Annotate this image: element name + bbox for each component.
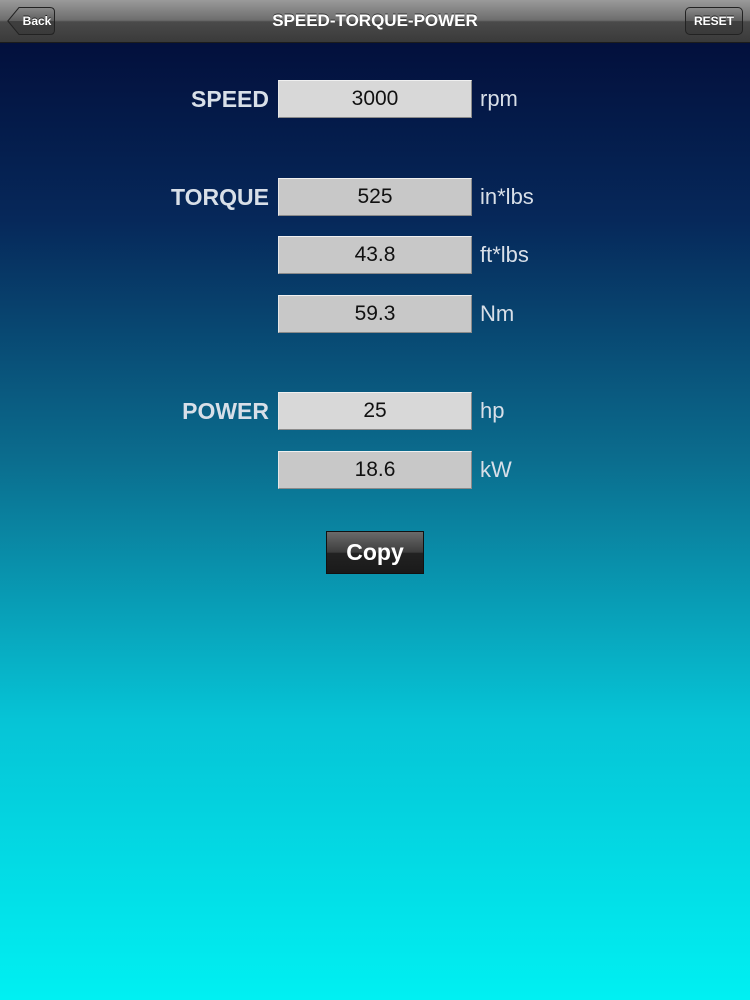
speed-rpm-field[interactable]: 3000 xyxy=(278,80,472,118)
torque-inlbs-field[interactable]: 525 xyxy=(278,178,472,216)
power-hp-field[interactable]: 25 xyxy=(278,392,472,430)
back-button-label: Back xyxy=(22,14,52,28)
reset-button[interactable]: RESET xyxy=(685,7,743,35)
power-unit-hp: hp xyxy=(480,398,505,423)
power-kw-field[interactable]: 18.6 xyxy=(278,451,472,489)
back-button[interactable]: Back xyxy=(7,7,55,35)
page-title: SPEED-TORQUE-POWER xyxy=(272,11,478,30)
power-label: POWER xyxy=(182,398,269,424)
torque-ftlbs-field[interactable]: 43.8 xyxy=(278,236,472,274)
power-unit-kw: kW xyxy=(480,457,512,482)
copy-button[interactable]: Copy xyxy=(326,531,424,574)
torque-label: TORQUE xyxy=(171,184,269,210)
torque-nm-field[interactable]: 59.3 xyxy=(278,295,472,333)
speed-unit-rpm: rpm xyxy=(480,86,518,111)
torque-unit-ftlbs: ft*lbs xyxy=(480,242,529,267)
torque-unit-nm: Nm xyxy=(480,301,515,326)
torque-unit-inlbs: in*lbs xyxy=(480,184,534,209)
speed-label: SPEED xyxy=(191,86,269,112)
navigation-bar: SPEED-TORQUE-POWER Back RESET xyxy=(0,0,750,43)
